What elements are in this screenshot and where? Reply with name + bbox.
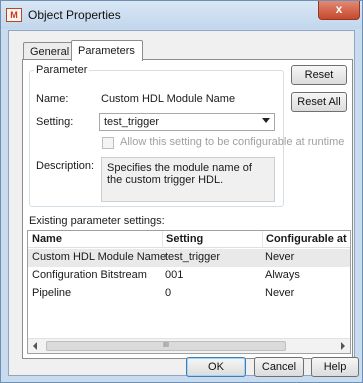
table-row[interactable]: Custom HDL Module Name test_trigger Neve…: [28, 249, 350, 267]
column-header-name[interactable]: Name: [32, 231, 62, 248]
name-value: Custom HDL Module Name: [101, 93, 236, 105]
setting-dropdown-value: test_trigger: [104, 116, 160, 128]
column-header-setting[interactable]: Setting: [162, 231, 203, 248]
table-header: Name Setting Configurable at Runti: [28, 231, 350, 248]
table-row[interactable]: Configuration Bitstream 001 Always: [28, 267, 350, 285]
scroll-thumb[interactable]: III: [46, 341, 286, 351]
tab-general[interactable]: General: [23, 42, 75, 60]
app-icon: M: [6, 8, 22, 22]
existing-settings-label: Existing parameter settings:: [29, 215, 165, 227]
ok-button[interactable]: OK: [186, 357, 246, 377]
name-label: Name:: [36, 93, 69, 105]
cell-configurable: Always: [265, 269, 300, 281]
object-properties-window: M Object Properties x General Parameters…: [0, 0, 363, 383]
reset-button[interactable]: Reset: [291, 65, 347, 85]
dialog-client-area: General Parameters Parameter Name: Custo…: [8, 30, 359, 377]
reset-all-button[interactable]: Reset All: [291, 92, 347, 112]
description-field: Specifies the module name of the custom …: [101, 157, 275, 202]
cancel-button[interactable]: Cancel: [254, 357, 304, 377]
cell-configurable: Never: [265, 251, 295, 263]
column-header-configurable[interactable]: Configurable at Runti: [262, 231, 350, 248]
parameter-settings-table[interactable]: Name Setting Configurable at Runti Custo…: [27, 230, 351, 354]
horizontal-scrollbar[interactable]: III: [28, 338, 350, 353]
chevron-down-icon[interactable]: [262, 118, 270, 123]
setting-dropdown[interactable]: test_trigger: [99, 113, 275, 131]
parameters-tab-page: Parameter Name: Custom HDL Module Name S…: [22, 59, 353, 359]
allow-runtime-label: Allow this setting to be configurable at…: [120, 136, 345, 148]
window-title: Object Properties: [28, 8, 121, 22]
allow-runtime-checkbox[interactable]: [102, 137, 114, 149]
table-row[interactable]: Pipeline 0 Never: [28, 285, 350, 303]
setting-label: Setting:: [36, 116, 74, 128]
cell-setting: test_trigger: [165, 251, 221, 263]
cell-name: Custom HDL Module Name: [32, 251, 167, 263]
cell-name: Configuration Bitstream: [32, 269, 147, 281]
description-label: Description:: [36, 160, 95, 172]
parameter-group: Parameter Name: Custom HDL Module Name S…: [29, 64, 344, 207]
help-button[interactable]: Help: [311, 357, 359, 377]
cell-setting: 0: [165, 287, 172, 299]
cell-name: Pipeline: [32, 287, 72, 299]
parameter-group-legend: Parameter: [36, 64, 88, 76]
scroll-right-icon[interactable]: [341, 342, 345, 350]
cell-setting: 001: [165, 269, 184, 281]
close-button[interactable]: x: [318, 1, 360, 20]
scroll-left-icon[interactable]: [33, 342, 37, 350]
title-bar[interactable]: M Object Properties x: [1, 1, 362, 29]
cell-configurable: Never: [265, 287, 295, 299]
tab-parameters[interactable]: Parameters: [71, 40, 143, 61]
